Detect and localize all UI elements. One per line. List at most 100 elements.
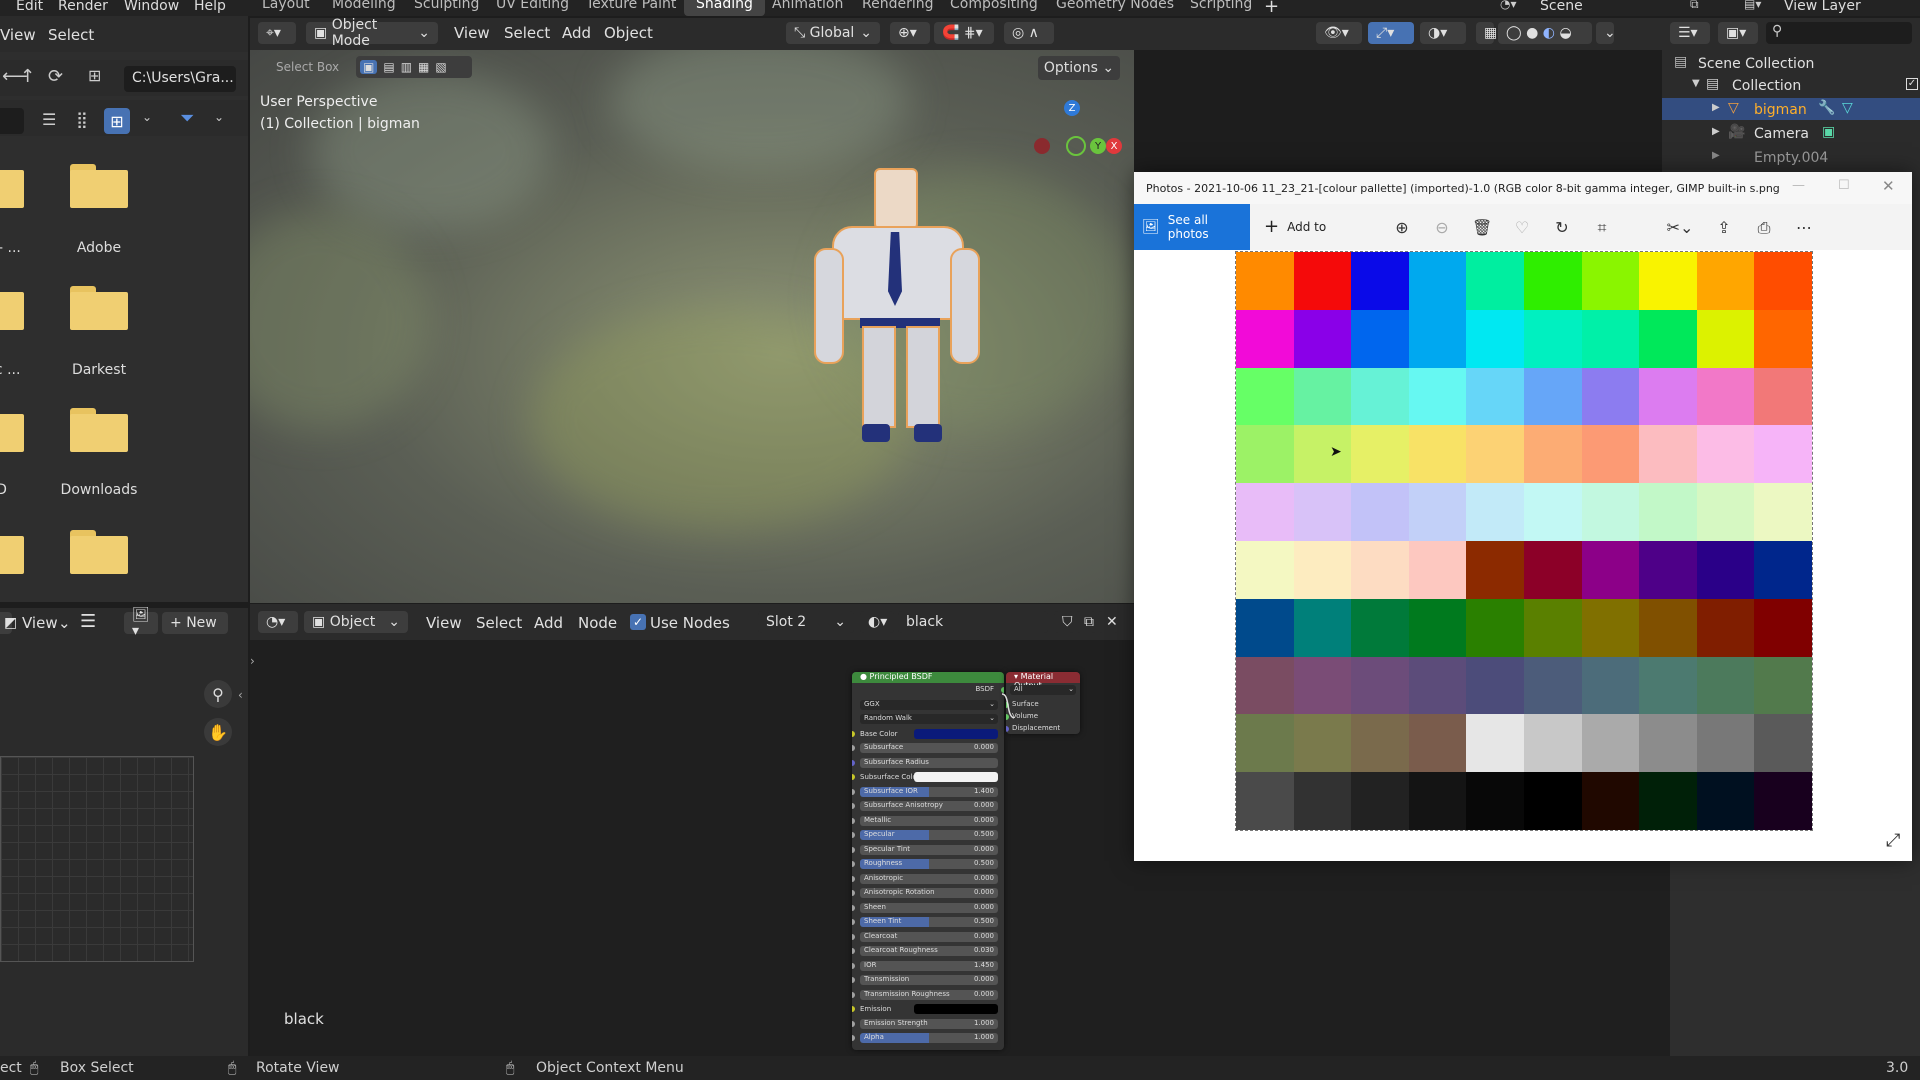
- input-field[interactable]: Clearcoat Roughness 0.030: [860, 946, 998, 956]
- input-field[interactable]: Sheen Tint 0.500: [860, 917, 998, 927]
- distribution-dropdown[interactable]: GGX ⌄: [860, 699, 998, 710]
- sidebar-toggle-icon[interactable]: ‹: [238, 688, 243, 702]
- share-icon[interactable]: ⇪: [1714, 218, 1734, 238]
- gizmo-y-icon[interactable]: Y: [1090, 138, 1106, 154]
- expand-arrow-icon[interactable]: ▶: [1712, 126, 1720, 137]
- node-editor-type-icon[interactable]: ◔▾: [258, 611, 298, 633]
- input-field[interactable]: Roughness 0.500: [860, 859, 998, 869]
- slot-dropdown[interactable]: Slot 2 ⌄: [758, 611, 854, 633]
- input-field[interactable]: Metallic 0.000: [860, 815, 998, 826]
- outliner-item-bigman[interactable]: bigman: [1754, 102, 1807, 118]
- input-field[interactable]: IOR 1.450: [860, 960, 998, 971]
- rotate-icon[interactable]: ↻: [1552, 218, 1572, 238]
- editor-type-icon[interactable]: ⌖▾: [258, 22, 296, 44]
- vp-menu-view[interactable]: View: [454, 24, 490, 42]
- add-workspace-icon[interactable]: +: [1264, 0, 1279, 17]
- input-socket[interactable]: [852, 1020, 855, 1027]
- tab-scripting[interactable]: Scripting: [1178, 0, 1264, 16]
- pan-hand-icon[interactable]: ✋: [204, 718, 232, 746]
- input-field[interactable]: Sheen 0.000: [860, 902, 998, 913]
- new-image-button[interactable]: + New: [162, 612, 228, 634]
- tab-compositing[interactable]: Compositing: [938, 0, 1050, 16]
- select-invert-icon[interactable]: ▦: [418, 60, 429, 74]
- vp-menu-add[interactable]: Add: [562, 24, 591, 42]
- outliner-item-collection[interactable]: Collection: [1732, 78, 1801, 94]
- view-layer-icon[interactable]: ▤▾: [1744, 0, 1761, 11]
- filter-icon[interactable]: ⏷: [180, 108, 194, 129]
- tab-shading[interactable]: Shading: [684, 0, 765, 16]
- wireframe-icon[interactable]: ◯: [1506, 25, 1522, 41]
- ie-menu-view[interactable]: View: [22, 614, 58, 632]
- menu-help[interactable]: Help: [194, 0, 226, 14]
- gizmo-center-icon[interactable]: [1066, 136, 1086, 156]
- vp-menu-object[interactable]: Object: [604, 24, 653, 42]
- select-intersect-icon[interactable]: ▧: [435, 60, 446, 74]
- short-list-icon[interactable]: ⣿: [76, 110, 88, 129]
- folder-icon[interactable]: [0, 408, 24, 452]
- ne-menu-view[interactable]: View: [426, 614, 462, 632]
- menu-edit[interactable]: Edit: [16, 0, 43, 14]
- print-icon[interactable]: ⎙: [1754, 218, 1774, 238]
- folder-icon[interactable]: [70, 530, 128, 574]
- input-socket[interactable]: [852, 890, 855, 896]
- overlay-toggle-icon[interactable]: ◑▾: [1420, 22, 1466, 44]
- folder-icon[interactable]: [0, 530, 24, 574]
- hamburger-icon[interactable]: ☰: [80, 611, 96, 632]
- snap-icon[interactable]: 🧲 ⋕▾: [934, 22, 994, 44]
- xray-icon[interactable]: ▦: [1476, 22, 1497, 44]
- input-socket[interactable]: [852, 861, 855, 867]
- folder-icon[interactable]: [70, 164, 128, 208]
- material-name-field[interactable]: black: [898, 611, 1048, 633]
- input-socket[interactable]: [852, 1006, 855, 1012]
- input-field[interactable]: Specular Tint 0.000: [860, 844, 998, 855]
- image-editor[interactable]: ⚲ ✋ ‹: [0, 640, 248, 1056]
- scene-collection-label[interactable]: Scene Collection: [1698, 56, 1814, 72]
- list-view-icon[interactable]: ☰: [42, 110, 56, 129]
- ne-menu-add[interactable]: Add: [534, 614, 563, 632]
- colour-palette-image[interactable]: [1235, 251, 1813, 831]
- tab-animation[interactable]: Animation: [760, 0, 855, 16]
- bigman-character[interactable]: [814, 168, 990, 448]
- filter-dropdown-icon[interactable]: ⌄: [214, 110, 224, 124]
- shading-modes[interactable]: ◯ ● ◐ ◒: [1498, 22, 1592, 44]
- input-socket[interactable]: [852, 817, 855, 824]
- input-socket[interactable]: [852, 745, 855, 751]
- tab-layout[interactable]: Layout: [250, 0, 322, 16]
- add-to-button[interactable]: + Add to: [1264, 216, 1326, 237]
- duplicate-material-icon[interactable]: ⧉: [1076, 611, 1096, 633]
- close-icon[interactable]: ✕: [1882, 177, 1895, 195]
- shader-type-dropdown[interactable]: ▣ Object ⌄: [304, 611, 408, 633]
- input-field[interactable]: Alpha 1.000: [860, 1033, 998, 1043]
- mesh-data-icon[interactable]: ▽: [1842, 100, 1853, 116]
- tab-rendering[interactable]: Rendering: [850, 0, 946, 16]
- ne-menu-node[interactable]: Node: [578, 614, 617, 632]
- navigation-gizmo[interactable]: Z Y X: [1020, 96, 1122, 176]
- unlink-material-icon[interactable]: ✕: [1098, 611, 1118, 633]
- visibility-icon[interactable]: 👁▾: [1316, 22, 1362, 44]
- fb-menu-select[interactable]: Select: [48, 26, 94, 44]
- input-field[interactable]: Transmission Roughness 0.000: [860, 989, 998, 1000]
- refresh-icon[interactable]: ⟳: [48, 66, 63, 87]
- minimize-icon[interactable]: —: [1792, 178, 1805, 193]
- input-field[interactable]: Subsurface Radius: [860, 757, 998, 768]
- folder-icon[interactable]: [70, 408, 128, 452]
- expand-arrow-icon[interactable]: ▼: [1692, 78, 1700, 89]
- path-field[interactable]: C:\Users\Gra...: [124, 66, 236, 92]
- favorite-icon[interactable]: ♡: [1512, 218, 1532, 238]
- input-field[interactable]: Anisotropic 0.000: [860, 873, 998, 884]
- color-swatch[interactable]: [914, 728, 998, 739]
- tab-sculpting[interactable]: Sculpting: [402, 0, 491, 16]
- tab-texture-paint[interactable]: Texture Paint: [574, 0, 688, 16]
- delete-icon[interactable]: 🗑: [1472, 218, 1492, 238]
- display-dropdown-icon[interactable]: ⌄: [142, 110, 152, 124]
- new-folder-icon[interactable]: ⊞: [88, 66, 101, 85]
- exclude-checkbox[interactable]: ✓: [1906, 78, 1918, 90]
- input-socket[interactable]: [852, 962, 855, 969]
- scene-name[interactable]: Scene: [1540, 0, 1583, 14]
- input-field[interactable]: Specular 0.500: [860, 830, 998, 840]
- input-socket[interactable]: [852, 919, 855, 925]
- select-set-icon[interactable]: ▣: [360, 60, 378, 74]
- input-socket[interactable]: [852, 933, 855, 940]
- transform-orientation-dropdown[interactable]: ⤡ Global ⌄: [786, 22, 880, 44]
- color-swatch[interactable]: [914, 772, 998, 782]
